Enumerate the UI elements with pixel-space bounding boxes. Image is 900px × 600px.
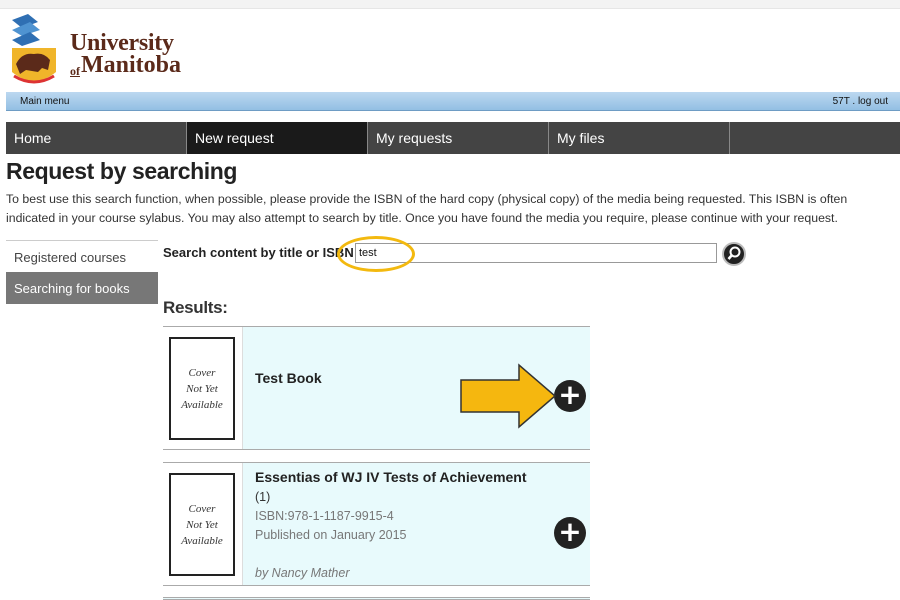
plus-icon: + [558,515,582,548]
arrow-right-icon [460,363,557,429]
book-cover: Cover Not Yet Available [163,463,243,585]
result-isbn: ISBN:978-1-1187-9915-4 [255,509,394,523]
brand-manitoba: Manitoba [81,52,182,78]
cover-text-line: Cover [188,367,216,379]
cover-text-line: Not Yet [186,383,218,395]
side-menu: Registered courses Searching for books [6,240,158,304]
nav-new-request[interactable]: New request [187,122,368,154]
add-plus-button[interactable]: + [554,380,586,412]
brand-of: of [70,64,80,78]
search-label: Search content by title or ISBN [163,245,354,260]
plus-icon: + [558,378,582,411]
nav-my-files[interactable]: My files [549,122,730,154]
cover-text-line: Available [181,535,223,547]
search-icon [727,246,741,260]
search-input[interactable] [355,243,717,263]
result-card: Cover Not Yet Available Essentias of WJ … [163,462,590,586]
nav-home[interactable]: Home [6,122,187,154]
result-published: Published on January 2015 [255,528,407,542]
page-title: Request by searching [6,158,238,184]
user-logout-link[interactable]: 57T . log out [833,96,888,107]
result-title: Test Book [255,370,322,386]
result-edition: (1) [255,490,271,504]
cover-text-line: Not Yet [186,519,218,531]
result-author: by Nancy Mather [255,566,350,580]
add-plus-button[interactable]: + [554,517,586,549]
main-menu-link[interactable]: Main menu [20,96,69,107]
nav-empty [730,122,900,154]
side-item-searching-books[interactable]: Searching for books [6,272,158,304]
main-menu-bar: Main menu 57T . log out [6,92,900,111]
brand-university: University [70,30,174,56]
result-title: Essentias of WJ IV Tests of Achievement [255,469,527,485]
top-strip [0,0,900,9]
book-cover: Cover Not Yet Available [163,327,243,449]
nav-my-requests[interactable]: My requests [368,122,549,154]
cover-text-line: Cover [188,503,216,515]
side-item-registered-courses[interactable]: Registered courses [6,240,158,272]
cover-text-line: Available [181,399,223,411]
university-logo[interactable]: University ofManitoba [8,12,208,90]
primary-nav: Home New request My requests My files [6,122,900,154]
intro-text: To best use this search function, when p… [6,192,848,225]
search-button[interactable] [722,242,746,266]
bison-crest-icon [12,14,56,84]
results-heading: Results: [163,298,228,317]
